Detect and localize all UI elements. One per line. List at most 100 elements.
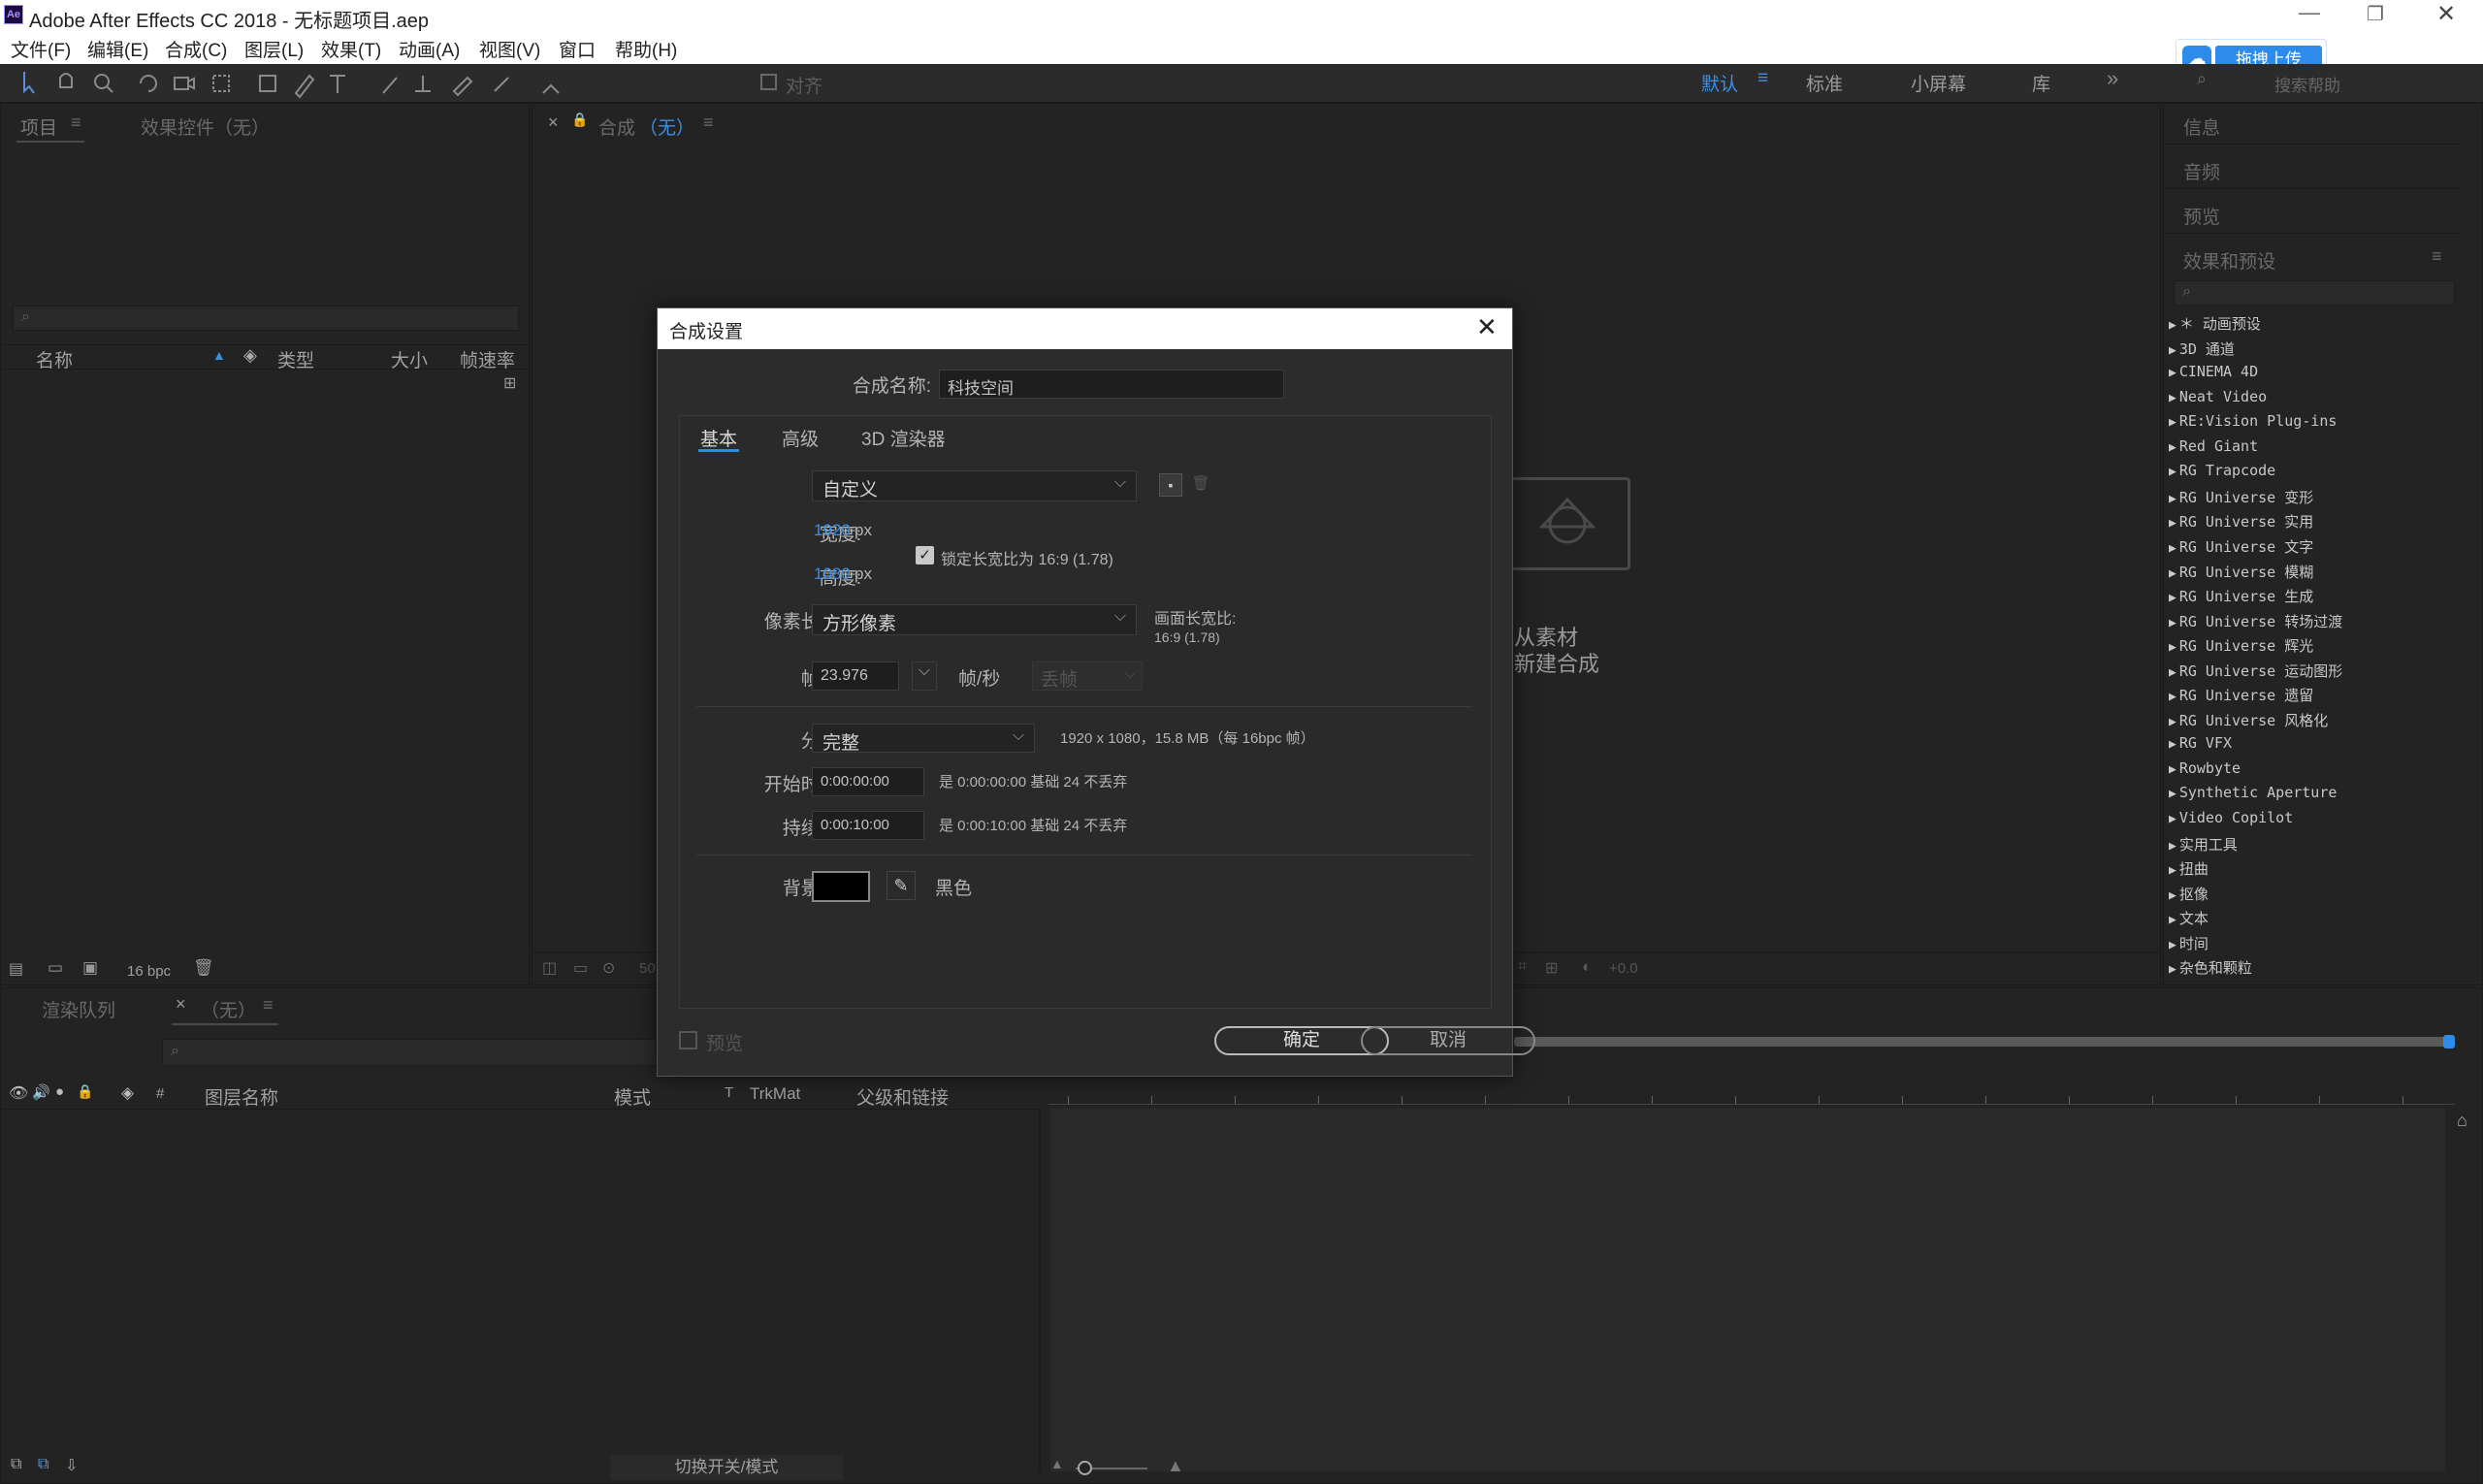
effects-category-item[interactable]: ▶ Synthetic Aperture: [2169, 784, 2337, 801]
snap-checkbox[interactable]: [760, 74, 777, 90]
col-size[interactable]: 大小: [391, 346, 428, 372]
snapshot-icon[interactable]: ⌗: [1518, 958, 1527, 976]
effects-category-item[interactable]: ▶ RG Universe 遗留: [2169, 685, 2313, 705]
lock-aspect-checkbox[interactable]: ✓: [916, 546, 934, 565]
effects-category-item[interactable]: ▶ RE:Vision Plug-ins: [2169, 412, 2337, 430]
new-comp-icon[interactable]: ▣: [82, 958, 98, 978]
effects-category-item[interactable]: ▶ 文本: [2169, 908, 2209, 928]
work-area-bar[interactable]: [1514, 1037, 2447, 1047]
comp-mini-flowchart-icon[interactable]: ⧉: [11, 1456, 21, 1473]
preview-checkbox[interactable]: [679, 1031, 697, 1049]
label-tag-icon[interactable]: ◈: [243, 345, 257, 366]
effects-category-item[interactable]: ▶ 杂色和颗粒: [2169, 957, 2252, 978]
effects-category-item[interactable]: ▶ RG Universe 风格化: [2169, 710, 2328, 730]
eyedropper-icon[interactable]: ✎: [887, 871, 916, 900]
height-value[interactable]: 1080: [814, 565, 851, 584]
effects-category-item[interactable]: ▶ RG Trapcode: [2169, 462, 2275, 479]
zoom-value[interactable]: 50: [639, 960, 656, 977]
col-name[interactable]: 名称: [36, 346, 73, 372]
solo-icon[interactable]: ●: [55, 1083, 64, 1100]
bg-color-swatch[interactable]: [812, 871, 870, 902]
panel-menu-icon[interactable]: ≡: [71, 113, 81, 133]
zoom-in-icon[interactable]: ▲: [1167, 1456, 1184, 1476]
effects-category-item[interactable]: ▶ RG Universe 文字: [2169, 536, 2313, 557]
timeline-tab-close[interactable]: ×: [176, 994, 186, 1015]
tab-render-queue[interactable]: 渲染队列: [42, 996, 115, 1022]
timeline-menu-icon[interactable]: ≡: [263, 995, 274, 1016]
effects-category-item[interactable]: ▶ RG Universe 转场过渡: [2169, 611, 2342, 631]
monitor-icon[interactable]: ▭: [573, 958, 588, 978]
resolution-dropdown[interactable]: 完整 ⌵: [812, 724, 1035, 754]
timeline-search-input[interactable]: ⌕: [162, 1039, 657, 1066]
preview-panel-header[interactable]: 预览: [2164, 193, 2463, 234]
effects-panel-header[interactable]: 效果和预设 ≡: [2164, 238, 2463, 278]
save-preset-icon[interactable]: ▪: [1159, 473, 1182, 497]
comp-marker-icon[interactable]: ⌂: [2457, 1111, 2467, 1131]
menu-animation[interactable]: 动画(A): [399, 36, 460, 62]
eye-icon[interactable]: 👁: [9, 1083, 28, 1103]
new-comp-from-footage-icon[interactable]: [1504, 477, 1630, 570]
vr-icon[interactable]: ⊙: [602, 958, 615, 978]
time-ruler[interactable]: [1048, 1076, 2455, 1105]
search-help-input[interactable]: 搜索帮助: [2274, 72, 2340, 96]
audio-icon[interactable]: 🔊: [32, 1083, 50, 1101]
effects-menu-icon[interactable]: ≡: [2432, 246, 2442, 267]
delete-preset-icon[interactable]: 🗑: [1189, 473, 1212, 497]
workspace-menu-icon[interactable]: ≡: [1757, 68, 1768, 89]
comp-tab-value[interactable]: （无）: [639, 113, 694, 140]
workspace-small-screen[interactable]: 小屏幕: [1911, 70, 1966, 96]
effects-category-item[interactable]: ▶ RG Universe 辉光: [2169, 635, 2313, 656]
effects-category-item[interactable]: ▶ RG Universe 实用: [2169, 511, 2313, 532]
menu-layer[interactable]: 图层(L): [244, 36, 304, 62]
preset-dropdown[interactable]: 自定义 ⌵: [812, 470, 1137, 501]
flowchart-view-icon[interactable]: ⊞: [1545, 958, 1558, 978]
tab-timeline-comp[interactable]: （无）: [201, 996, 256, 1022]
effects-search-input[interactable]: ⌕: [2174, 280, 2455, 306]
workspace-standard[interactable]: 标准: [1806, 70, 1843, 96]
draft-3d-icon[interactable]: ⇩: [65, 1456, 78, 1475]
effects-category-item[interactable]: ▶ RG Universe 运动图形: [2169, 661, 2342, 681]
effects-category-item[interactable]: ▶ 时间: [2169, 933, 2209, 953]
close-window-button[interactable]: ✕: [2436, 0, 2456, 28]
effects-category-item[interactable]: ▶ Video Copilot: [2169, 809, 2293, 826]
bit-depth-label[interactable]: 16 bpc: [127, 963, 171, 980]
dialog-close-icon[interactable]: ✕: [1476, 312, 1498, 342]
restore-button[interactable]: ❐: [2367, 2, 2384, 26]
menu-window[interactable]: 窗口: [559, 36, 596, 62]
effects-category-item[interactable]: ▶ CINEMA 4D: [2169, 363, 2258, 380]
col-trkmat[interactable]: TrkMat: [750, 1084, 800, 1104]
comp-panel-menu-icon[interactable]: ≡: [703, 113, 714, 133]
tab-effect-controls[interactable]: 效果控件（无）: [141, 113, 270, 140]
col-framerate[interactable]: 帧速率: [460, 346, 515, 372]
effects-category-item[interactable]: ▶ 实用工具: [2169, 834, 2238, 855]
exposure-value[interactable]: +0.0: [1609, 960, 1638, 977]
effects-category-item[interactable]: ▶ 3D 通道: [2169, 339, 2235, 359]
col-t[interactable]: T: [725, 1084, 733, 1101]
comp-name-input[interactable]: 科技空间: [939, 370, 1284, 399]
flowchart-icon[interactable]: ⊞: [503, 373, 516, 393]
effects-category-item[interactable]: ▶ RG VFX: [2169, 734, 2232, 752]
graph-editor-toggle-icon[interactable]: ⧉: [38, 1456, 48, 1473]
info-panel-header[interactable]: 信息: [2164, 104, 2463, 145]
new-folder-icon[interactable]: ▭: [48, 958, 63, 978]
effects-category-item[interactable]: ▶ Neat Video: [2169, 388, 2267, 405]
menu-effect[interactable]: 效果(T): [321, 36, 381, 62]
width-value[interactable]: 1920: [814, 521, 851, 540]
menu-help[interactable]: 帮助(H): [615, 36, 677, 62]
col-mode[interactable]: 模式: [614, 1083, 651, 1110]
tool-icons[interactable]: [0, 64, 601, 103]
tab-3d-renderer[interactable]: 3D 渲染器: [861, 425, 946, 451]
trash-icon[interactable]: 🗑: [193, 958, 214, 978]
menu-edit[interactable]: 编辑(E): [87, 36, 148, 62]
interpret-footage-icon[interactable]: ▤: [9, 959, 23, 979]
exposure-icon[interactable]: ◐: [1582, 957, 1592, 977]
effects-category-item[interactable]: ▶ 抠像: [2169, 884, 2209, 904]
effects-category-item[interactable]: ▶ ＊ 动画预设: [2169, 313, 2261, 334]
work-area-end-handle[interactable]: [2443, 1035, 2455, 1048]
menu-file[interactable]: 文件(F): [11, 36, 71, 62]
fps-input[interactable]: 23.976: [812, 661, 899, 691]
lock-icon[interactable]: 🔒: [571, 112, 588, 128]
minimize-button[interactable]: —: [2299, 0, 2328, 25]
audio-panel-header[interactable]: 音频: [2164, 148, 2463, 189]
start-timecode-input[interactable]: 0:00:00:00: [812, 767, 924, 796]
